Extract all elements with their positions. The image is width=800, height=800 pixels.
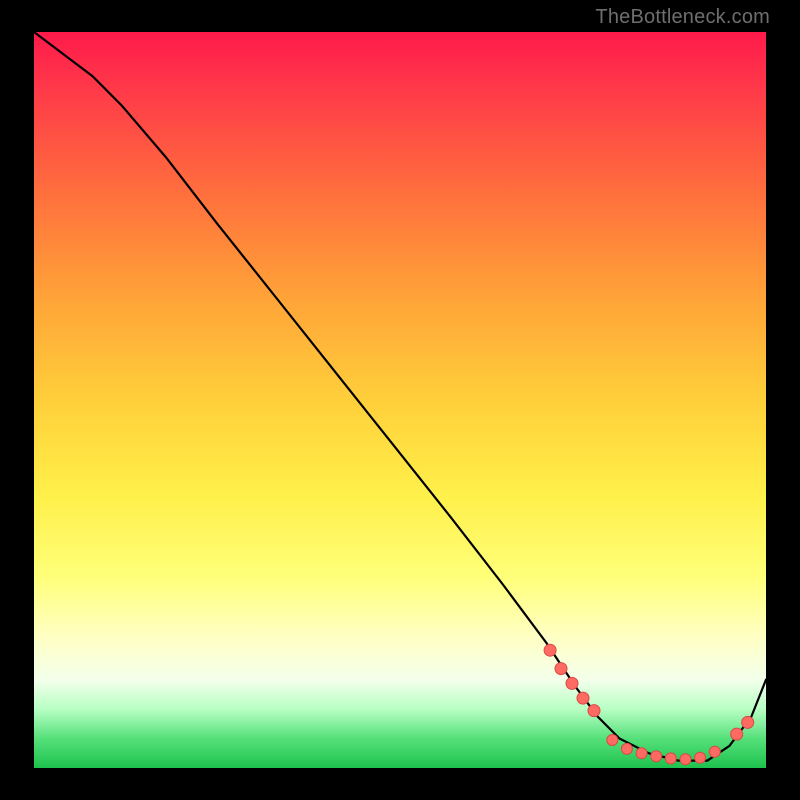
curve-marker — [577, 692, 589, 704]
curve-markers — [544, 644, 754, 765]
curve-marker — [607, 735, 618, 746]
chart-stage: TheBottleneck.com — [0, 0, 800, 800]
curve-marker — [742, 716, 754, 728]
curve-marker — [566, 677, 578, 689]
curve-marker — [680, 754, 691, 765]
bottleneck-curve — [34, 32, 766, 761]
curve-layer — [34, 32, 766, 768]
plot-area — [34, 32, 766, 768]
watermark-text: TheBottleneck.com — [595, 6, 770, 29]
curve-marker — [695, 752, 706, 763]
curve-marker — [665, 753, 676, 764]
curve-marker — [636, 748, 647, 759]
curve-marker — [555, 663, 567, 675]
curve-marker — [588, 705, 600, 717]
curve-marker — [651, 751, 662, 762]
curve-marker — [709, 746, 720, 757]
curve-marker — [621, 743, 632, 754]
curve-marker — [731, 728, 743, 740]
curve-marker — [544, 644, 556, 656]
